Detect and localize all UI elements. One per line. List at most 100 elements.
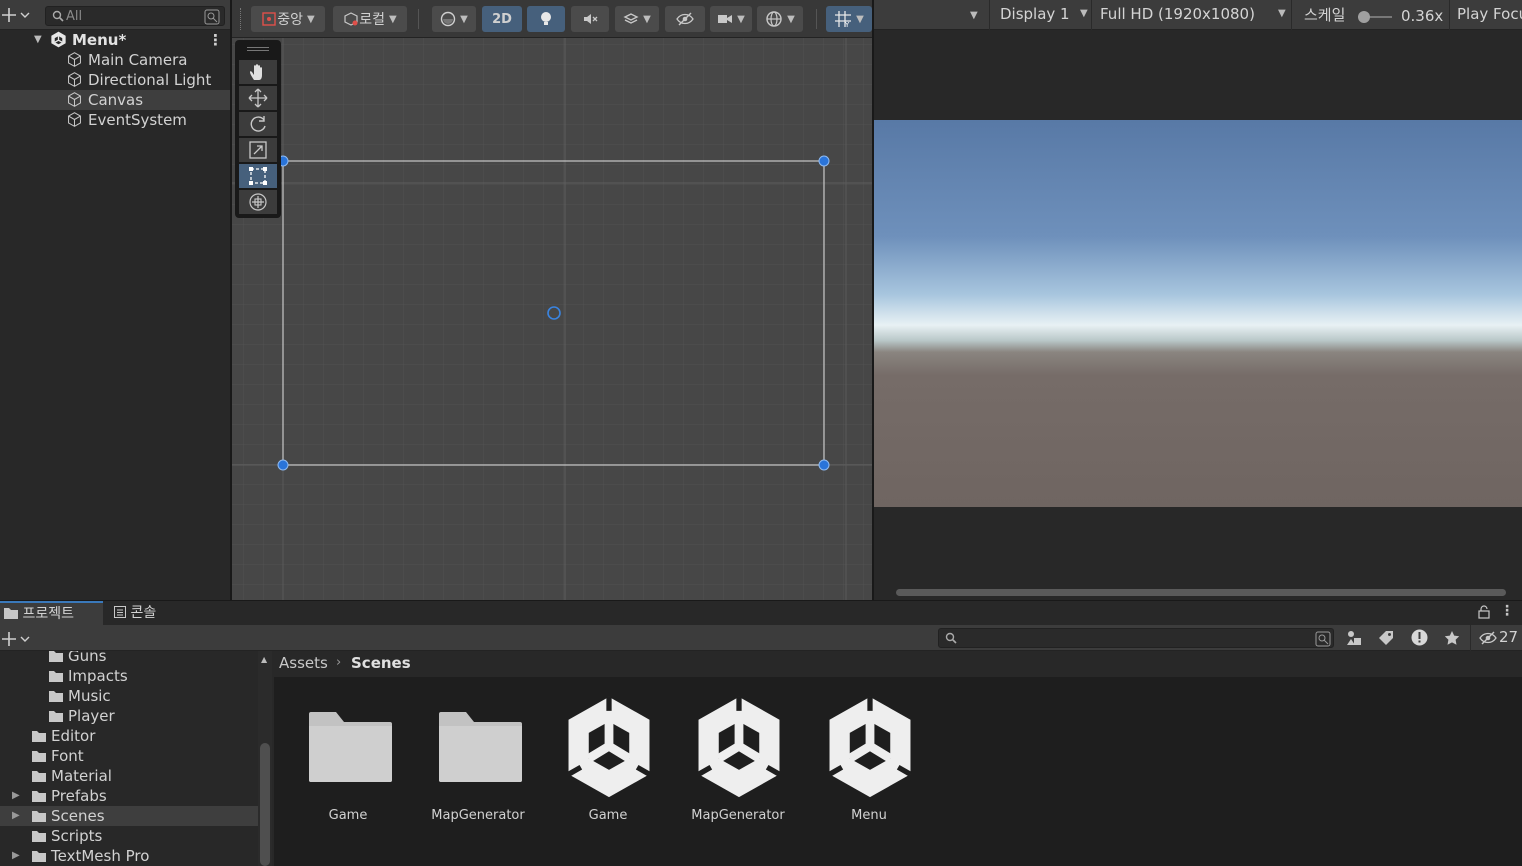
tree-folder-label: Editor [51, 727, 96, 745]
gameobject-cube-icon [66, 111, 83, 128]
folder-icon [49, 671, 63, 682]
filter-by-label-icon[interactable] [1378, 630, 1394, 646]
log-warning-icon[interactable] [1411, 629, 1428, 646]
local-space-icon [344, 12, 358, 26]
hidden-count: 27 [1499, 628, 1519, 646]
filter-by-type-icon[interactable] [1346, 630, 1362, 646]
folder-icon [49, 691, 63, 702]
breadcrumb-current[interactable]: Scenes [351, 651, 411, 675]
tree-folder-item[interactable]: Editor [0, 726, 258, 746]
toggle-2d-button[interactable]: 2D [482, 6, 522, 32]
tree-folder-item-selected[interactable]: ▶ Scenes [0, 806, 258, 826]
toolbar-separator [418, 9, 419, 29]
hidden-packages-toggle[interactable]: 27 [1470, 625, 1522, 651]
tree-folder-label: Prefabs [51, 787, 107, 805]
scale-icon [249, 141, 267, 159]
gizmo-globe-icon [766, 11, 782, 27]
folder-icon [32, 731, 46, 742]
expand-arrow-icon[interactable]: ▶ [12, 806, 20, 826]
audio-toggle-button[interactable] [571, 6, 609, 32]
search-options-icon[interactable] [204, 9, 220, 25]
tree-folder-item[interactable]: Material [0, 766, 258, 786]
dropdown-arrow-icon[interactable]: ▼ [970, 10, 978, 21]
tree-folder-item[interactable]: Music [0, 686, 258, 706]
rect-tool-button[interactable] [239, 164, 277, 188]
tree-folder-item[interactable]: Font [0, 746, 258, 766]
folder-icon [32, 811, 46, 822]
grid-snap-icon: Y [835, 11, 852, 28]
tree-folder-item[interactable]: ▶ TextMesh Pro [0, 846, 258, 866]
hierarchy-item[interactable]: Directional Light [0, 70, 230, 90]
add-icon[interactable] [2, 6, 30, 24]
tree-scrollbar-thumb[interactable] [260, 743, 270, 866]
move-tool-button[interactable] [239, 86, 277, 110]
tab-project[interactable]: 프로젝트 [0, 601, 103, 626]
svg-text:Y: Y [844, 21, 850, 28]
tree-folder-item[interactable]: Player [0, 706, 258, 726]
hierarchy-item-label: Canvas [88, 91, 144, 109]
tab-console[interactable]: 콘솔 [104, 601, 174, 626]
tree-folder-item[interactable]: Guns [0, 651, 258, 666]
game-render-view[interactable] [874, 120, 1522, 507]
tree-folder-label: Scripts [51, 827, 103, 845]
combined-transform-icon [249, 193, 267, 211]
lighting-toggle-button[interactable] [527, 6, 565, 32]
folder-icon [32, 751, 46, 762]
unity-scene-asset-icon [828, 696, 912, 798]
scene-root-row[interactable]: ▼ Menu* ⋮ [0, 30, 230, 50]
lock-icon[interactable] [1478, 605, 1490, 619]
hierarchy-item[interactable]: EventSystem [0, 110, 230, 130]
scale-slider-thumb[interactable] [1358, 11, 1370, 23]
scale-tool-button[interactable] [239, 138, 277, 162]
folder-large-icon [439, 712, 522, 782]
dropdown-arrow-icon: ▼ [787, 13, 795, 25]
create-asset-icon[interactable] [2, 630, 30, 648]
breadcrumb-root[interactable]: Assets [279, 651, 328, 675]
asset-name: MapGenerator [431, 808, 525, 823]
hierarchy-toolbar: All [0, 0, 230, 30]
rotate-tool-button[interactable] [239, 112, 277, 136]
space-mode-dropdown[interactable]: 로컬 ▼ [333, 6, 407, 32]
shading-mode-dropdown[interactable]: ▼ [432, 6, 476, 32]
favorites-star-icon[interactable] [1444, 630, 1460, 646]
move-arrows-icon [248, 88, 268, 108]
resolution-dropdown[interactable]: Full HD (1920x1080) ▼ [1091, 0, 1291, 30]
hierarchy-search-input[interactable]: All [45, 6, 225, 26]
effects-layers-icon [623, 13, 639, 24]
palette-grip[interactable] [247, 47, 269, 51]
display-dropdown[interactable]: Display 1 ▼ [989, 0, 1091, 30]
tree-folder-item[interactable]: ▶ Prefabs [0, 786, 258, 806]
panel-menu-icon[interactable]: ⋮ [1500, 603, 1514, 619]
expand-arrow-icon[interactable]: ▶ [12, 846, 20, 866]
camera-dropdown[interactable]: ▼ [710, 6, 752, 32]
pivot-mode-dropdown[interactable]: 중앙 ▼ [251, 6, 325, 32]
hierarchy-item-selected[interactable]: Canvas [0, 90, 230, 110]
breadcrumb: Assets › Scenes [274, 651, 1522, 677]
hierarchy-item[interactable]: Main Camera [0, 50, 230, 70]
hierarchy-item-label: Main Camera [88, 51, 188, 69]
transform-tool-button[interactable] [239, 190, 277, 214]
search-options-icon[interactable] [1315, 631, 1331, 647]
kebab-menu-icon[interactable]: ⋮ [208, 30, 223, 50]
effects-dropdown[interactable]: ▼ [615, 6, 659, 32]
folder-icon [49, 711, 63, 722]
hierarchy-item-label: Directional Light [88, 71, 212, 89]
gizmos-dropdown[interactable]: ▼ [757, 6, 803, 32]
expand-arrow-icon[interactable]: ▶ [12, 786, 20, 806]
toolbar-grip [240, 8, 242, 30]
scene-visibility-button[interactable] [665, 6, 705, 32]
toolbar-separator [816, 9, 817, 29]
expand-arrow-icon[interactable]: ▼ [34, 30, 42, 50]
project-search-input[interactable] [938, 628, 1334, 648]
grid-snap-dropdown[interactable]: Y ▼ [826, 6, 872, 32]
tree-scrollbar[interactable]: ▲ [258, 651, 272, 866]
hand-tool-button[interactable] [239, 60, 277, 84]
tree-folder-item[interactable]: Scripts [0, 826, 258, 846]
scene-view[interactable] [232, 0, 872, 600]
tree-folder-item[interactable]: Impacts [0, 666, 258, 686]
game-horizontal-scrollbar[interactable] [896, 589, 1506, 596]
folder-icon [32, 791, 46, 802]
scroll-up-arrow-icon[interactable]: ▲ [261, 655, 267, 664]
search-placeholder: All [66, 9, 83, 24]
play-focus-dropdown[interactable]: Play Focu [1449, 0, 1522, 30]
